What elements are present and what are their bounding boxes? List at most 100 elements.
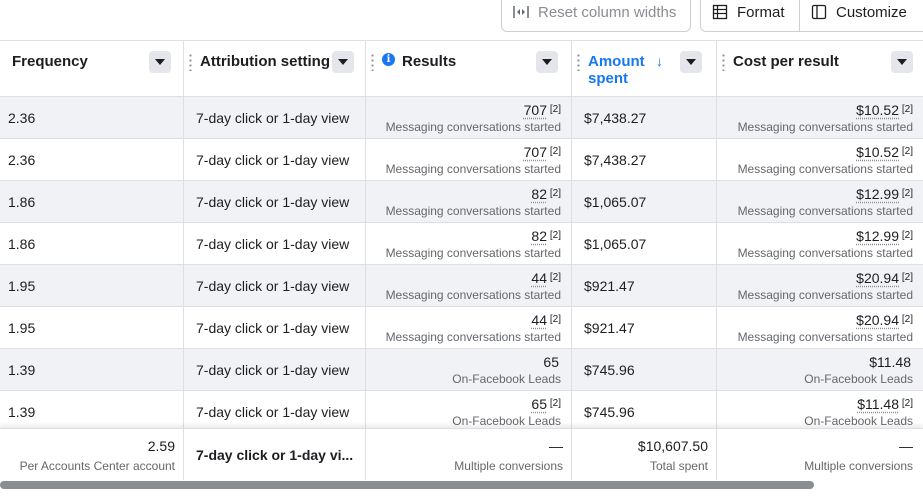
attribution-value: 7-day click or 1-day view (196, 278, 350, 294)
format-button[interactable]: Format (700, 0, 800, 32)
cell-results: 65 On-Facebook Leads (366, 349, 572, 390)
summary-cpr-value: — (899, 438, 913, 454)
table-row[interactable]: 2.36 7-day click or 1-day view 707 [2] Messa… (0, 97, 923, 139)
table-row[interactable]: 1.95 7-day click or 1-day view 44 [2] Messag… (0, 265, 923, 307)
results-value[interactable]: 44 (531, 312, 547, 328)
attribution-value: 7-day click or 1-day view (196, 236, 350, 252)
column-header-amount-spent[interactable]: Amount spent ↓ (572, 41, 717, 97)
summary-amount-sub: Total spent (649, 459, 708, 473)
attribution-value: 7-day click or 1-day view (196, 152, 350, 168)
cost-per-result-value[interactable]: $10.52 (856, 102, 899, 118)
cell-amount-spent: $921.47 (572, 265, 717, 306)
chevron-down-icon[interactable] (332, 51, 354, 73)
table-row[interactable]: 2.36 7-day click or 1-day view 707 [2] Messa… (0, 139, 923, 181)
sort-descending-icon[interactable]: ↓ (656, 53, 663, 69)
cost-per-result-type: On-Facebook Leads (804, 372, 913, 386)
table-row[interactable]: 1.95 7-day click or 1-day view 44 [2] Messag… (0, 307, 923, 349)
cell-attribution: 7-day click or 1-day view (184, 97, 366, 138)
amount-spent-value: $7,438.27 (584, 152, 647, 168)
amount-spent-value: $921.47 (584, 278, 635, 294)
column-header-results[interactable]: i Results (366, 41, 572, 97)
column-header-frequency[interactable]: Frequency (0, 41, 184, 97)
cost-per-result-value[interactable]: $12.99 (856, 228, 899, 244)
cost-per-result-value[interactable]: $20.94 (856, 270, 899, 286)
drag-handle-icon[interactable] (189, 53, 192, 71)
customize-label: Customize (836, 3, 907, 21)
cost-per-result-type: Messaging conversations started (737, 204, 913, 218)
results-type: Messaging conversations started (385, 246, 561, 260)
cell-amount-spent: $745.96 (572, 349, 717, 390)
cell-amount-spent: $1,065.07 (572, 223, 717, 264)
chevron-down-icon[interactable] (891, 51, 913, 73)
cost-per-result-footnote: [2] (901, 104, 913, 115)
amount-spent-value: $1,065.07 (584, 194, 647, 210)
amount-spent-label-line2: spent (588, 70, 629, 87)
cost-per-result-value[interactable]: $11.48 (857, 396, 899, 412)
cell-cost-per-result: $11.48 [2] On-Facebook Leads (717, 391, 923, 432)
table-toolbar: Reset column widths Format Customize (0, 0, 923, 40)
cell-cost-per-result: $20.94 [2] Messaging conversations started (717, 265, 923, 306)
cell-amount-spent: $921.47 (572, 307, 717, 348)
results-value[interactable]: 82 (531, 228, 547, 244)
cell-attribution: 7-day click or 1-day view (184, 349, 366, 390)
drag-handle-icon[interactable] (577, 53, 580, 71)
cost-per-result-type: On-Facebook Leads (804, 414, 913, 428)
attribution-value: 7-day click or 1-day view (196, 320, 350, 336)
summary-results-sub: Multiple conversions (454, 459, 563, 473)
cell-results: 44 [2] Messaging conversations started (366, 265, 572, 306)
amount-spent-value: $745.96 (584, 404, 635, 420)
chevron-down-icon[interactable] (536, 51, 558, 73)
reset-column-widths-button[interactable]: Reset column widths (501, 0, 691, 32)
cost-per-result-value: $11.48 (869, 354, 911, 370)
cost-per-result-value[interactable]: $10.52 (856, 144, 899, 160)
cell-results: 82 [2] Messaging conversations started (366, 181, 572, 222)
results-type: On-Facebook Leads (452, 414, 561, 428)
table-row[interactable]: 1.86 7-day click or 1-day view 82 [2] Messag… (0, 223, 923, 265)
summary-results: — Multiple conversions (366, 429, 572, 481)
cell-cost-per-result: $10.52 [2] Messaging conversations started (717, 97, 923, 138)
cell-attribution: 7-day click or 1-day view (184, 307, 366, 348)
cell-cost-per-result: $12.99 [2] Messaging conversations started (717, 223, 923, 264)
results-type: Messaging conversations started (385, 204, 561, 218)
column-header-attribution[interactable]: Attribution setting (184, 41, 366, 97)
cell-cost-per-result: $10.52 [2] Messaging conversations started (717, 139, 923, 180)
table-row[interactable]: 1.39 7-day click or 1-day view 65 On-Facebo… (0, 349, 923, 391)
frequency-value: 1.39 (8, 362, 36, 378)
table-row[interactable]: 1.86 7-day click or 1-day view 82 [2] Messag… (0, 181, 923, 223)
cell-results: 44 [2] Messaging conversations started (366, 307, 572, 348)
cost-per-result-value[interactable]: $12.99 (856, 186, 899, 202)
summary-attribution: 7-day click or 1-day vi... (184, 429, 366, 481)
cost-per-result-footnote: [2] (901, 188, 913, 199)
results-value[interactable]: 707 (524, 144, 547, 160)
results-value[interactable]: 44 (531, 270, 547, 286)
chevron-down-icon[interactable] (680, 51, 702, 73)
cell-frequency: 1.39 (0, 391, 184, 432)
column-label-frequency: Frequency (12, 53, 88, 70)
drag-handle-icon[interactable] (722, 53, 725, 71)
cell-frequency: 1.86 (0, 181, 184, 222)
cell-frequency: 2.36 (0, 139, 184, 180)
info-icon[interactable]: i (382, 53, 395, 66)
chevron-down-icon[interactable] (149, 51, 171, 73)
attribution-value: 7-day click or 1-day view (196, 194, 350, 210)
horizontal-scrollbar-thumb[interactable] (0, 481, 814, 489)
results-footnote: [2] (549, 188, 561, 199)
cost-per-result-type: Messaging conversations started (737, 288, 913, 302)
results-type: Messaging conversations started (385, 330, 561, 344)
summary-frequency-sub: Per Accounts Center account (19, 459, 175, 473)
cost-per-result-value[interactable]: $20.94 (856, 312, 899, 328)
frequency-value: 1.86 (8, 236, 36, 252)
cell-amount-spent: $745.96 (572, 391, 717, 432)
cost-per-result-type: Messaging conversations started (737, 120, 913, 134)
table-row[interactable]: 1.39 7-day click or 1-day view 65 [2] On-Fac… (0, 391, 923, 433)
results-value[interactable]: 707 (524, 102, 547, 118)
cell-attribution: 7-day click or 1-day view (184, 391, 366, 432)
results-value[interactable]: 65 (531, 396, 547, 412)
cell-results: 82 [2] Messaging conversations started (366, 223, 572, 264)
results-value: 65 (543, 354, 559, 370)
results-value[interactable]: 82 (531, 186, 547, 202)
column-header-cost-per-result[interactable]: Cost per result (717, 41, 923, 97)
results-footnote: [2] (549, 398, 561, 409)
customize-button[interactable]: Customize (799, 0, 923, 32)
drag-handle-icon[interactable] (371, 53, 374, 71)
